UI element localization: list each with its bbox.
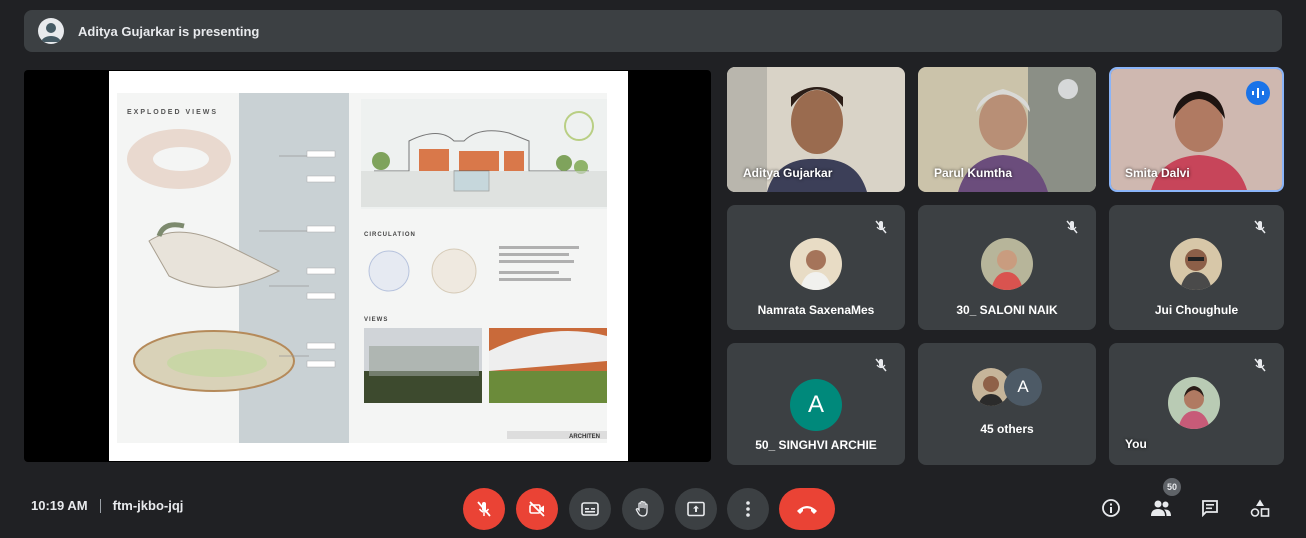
more-icon [746,501,750,517]
clock: 10:19 AM [31,498,88,513]
raise-hand-button[interactable] [622,488,664,530]
mic-off-icon [1066,220,1078,234]
presenting-banner: Aditya Gujarkar is presenting [24,10,1282,52]
participant-name: Jui Choughule [1154,303,1239,317]
participant-tile-namrata[interactable]: Namrata SaxenaMes [727,205,905,330]
slide-section-views: VIEWS [364,317,388,323]
participant-name: Aditya Gujarkar [743,166,833,180]
avatar [1168,377,1220,429]
slide-artwork: EXPLODED VIEWS CIRCULATION VIEWS ARCHITE… [117,93,607,443]
participant-name: Namrata SaxenaMes [757,303,875,317]
meeting-info: 10:19 AM ftm-jkbo-jqj [31,498,183,513]
captions-icon [581,502,599,516]
meeting-code: ftm-jkbo-jqj [112,498,184,513]
others-tile[interactable]: A 45 others [918,343,1096,465]
end-call-icon [797,506,817,514]
mic-off-icon [1254,220,1266,234]
raise-hand-icon [635,500,648,517]
meeting-details-button[interactable] [1097,494,1125,522]
presenting-text: Aditya Gujarkar is presenting [78,23,260,39]
participant-tile-aditya[interactable]: Aditya Gujarkar [727,67,905,192]
participant-name: 30_ SALONI NAIK [956,303,1058,317]
camera-off-icon [529,501,545,517]
mic-off-icon [875,358,887,372]
avatar: A [1004,368,1042,406]
mic-toggle-button[interactable] [463,488,505,530]
present-button[interactable] [675,488,717,530]
slide-section-circulation: CIRCULATION [364,232,416,238]
people-button[interactable] [1147,494,1175,522]
presenter-avatar [38,18,64,44]
others-count-label: 45 others [980,422,1034,436]
present-icon [687,501,705,517]
avatar [790,238,842,290]
avatar [981,238,1033,290]
participant-name: 50_ SINGHVI ARCHIE [755,438,877,452]
info-icon [1102,499,1120,517]
speaking-indicator-icon [1246,81,1270,105]
activities-icon [1250,499,1270,517]
participant-name: Parul Kumtha [934,166,1013,180]
mic-off-icon [875,220,887,234]
presentation-slide: EXPLODED VIEWS CIRCULATION VIEWS ARCHITE… [109,71,628,461]
end-call-button[interactable] [779,488,835,530]
mic-off-icon [477,501,491,517]
mic-off-icon [1254,358,1266,372]
chat-icon [1202,500,1218,517]
avatar [1170,238,1222,290]
participant-tile-jui[interactable]: Jui Choughule [1109,205,1284,330]
people-icon [1151,500,1171,516]
chat-button[interactable] [1196,494,1224,522]
slide-title: EXPLODED VIEWS [127,109,218,116]
participant-tile-smita[interactable]: Smita Dalvi [1109,67,1284,192]
participant-tile-parul[interactable]: Parul Kumtha [918,67,1096,192]
activities-button[interactable] [1246,494,1274,522]
participant-name: You [1125,437,1147,451]
participant-name: Smita Dalvi [1125,166,1190,180]
captions-button[interactable] [569,488,611,530]
bottom-toolbar: 10:19 AM ftm-jkbo-jqj [0,470,1306,538]
more-options-button[interactable] [727,488,769,530]
avatar: A [790,379,842,431]
camera-toggle-button[interactable] [516,488,558,530]
presentation-stage[interactable]: EXPLODED VIEWS CIRCULATION VIEWS ARCHITE… [24,70,711,462]
participant-tile-saloni[interactable]: 30_ SALONI NAIK [918,205,1096,330]
divider [99,498,101,513]
self-tile[interactable]: You [1109,343,1284,465]
slide-brand: ARCHITEN [569,434,600,440]
participant-tile-archie[interactable]: A 50_ SINGHVI ARCHIE [727,343,905,465]
people-count-badge: 50 [1163,478,1181,496]
